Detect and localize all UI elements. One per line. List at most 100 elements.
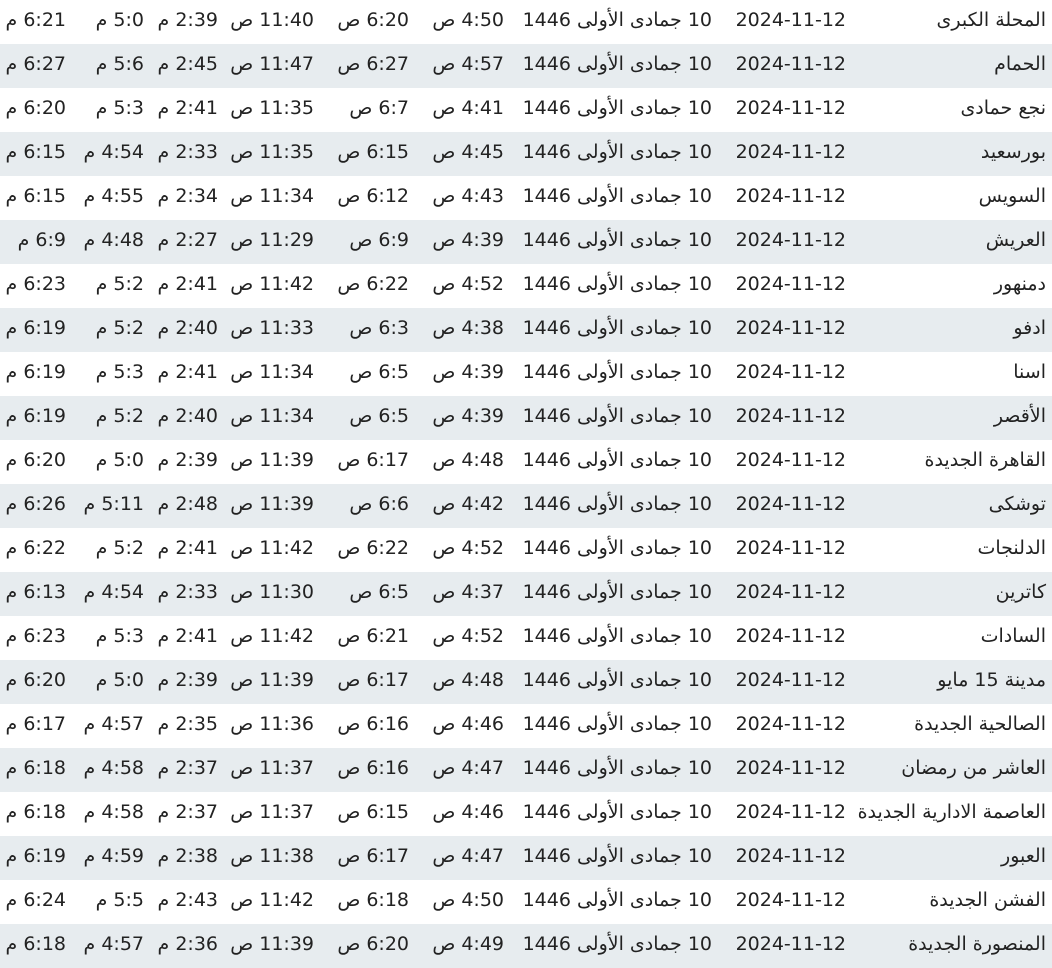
city-name: توشكى [988,493,1046,515]
fajr-time: 4:42 ص [432,493,504,515]
hijri-date: 10 جمادى الأولى 1446 [522,9,712,31]
maghrib-time: 5:3 م [95,97,144,119]
sunrise-time: 6:17 ص [337,669,409,691]
isha-time: 6:23 م [5,273,66,295]
table-row: الحمام 2024-11-12 10 جمادى الأولى 1446 4:57… [0,44,1052,88]
asr-time: 2:39 م [157,449,218,471]
fajr-time: 4:48 ص [432,669,504,691]
gregorian-date: 2024-11-12 [735,185,846,207]
isha-time: 6:18 م [5,801,66,823]
fajr-time: 4:50 ص [432,9,504,31]
dhuhr-time: 11:35 ص [230,97,314,119]
city-name: القاهرة الجديدة [924,449,1047,471]
fajr-time: 4:39 ص [432,229,504,251]
sunrise-time: 6:20 ص [337,9,409,31]
asr-time: 2:40 م [157,405,218,427]
asr-time: 2:43 م [157,889,218,911]
fajr-time: 4:48 ص [432,449,504,471]
dhuhr-time: 11:42 ص [230,889,314,911]
prayer-times-table: المحلة الكبرى 2024-11-12 10 جمادى الأولى 1… [0,0,1052,968]
hijri-date: 10 جمادى الأولى 1446 [522,889,712,911]
isha-time: 6:27 م [5,53,66,75]
gregorian-date: 2024-11-12 [735,625,846,647]
isha-time: 6:15 م [5,185,66,207]
gregorian-date: 2024-11-12 [735,889,846,911]
dhuhr-time: 11:34 ص [230,361,314,383]
table-row: مدينة 15 مايو 2024-11-12 10 جمادى الأولى 1… [0,660,1052,704]
gregorian-date: 2024-11-12 [735,757,846,779]
hijri-date: 10 جمادى الأولى 1446 [522,229,712,251]
hijri-date: 10 جمادى الأولى 1446 [522,581,712,603]
sunrise-time: 6:27 ص [337,53,409,75]
maghrib-time: 5:3 م [95,625,144,647]
city-name: المحلة الكبرى [936,9,1046,31]
gregorian-date: 2024-11-12 [735,9,846,31]
fajr-time: 4:57 ص [432,53,504,75]
sunrise-time: 6:12 ص [337,185,409,207]
fajr-time: 4:39 ص [432,361,504,383]
hijri-date: 10 جمادى الأولى 1446 [522,933,712,955]
city-name: العبور [1001,845,1046,867]
maghrib-time: 4:57 م [83,713,144,735]
sunrise-time: 6:5 ص [349,581,409,603]
asr-time: 2:36 م [157,933,218,955]
table-row: المنصورة الجديدة 2024-11-12 10 جمادى الأول… [0,924,1052,968]
city-name: مدينة 15 مايو [937,669,1046,691]
isha-time: 6:13 م [5,581,66,603]
asr-time: 2:41 م [157,273,218,295]
dhuhr-time: 11:40 ص [230,9,314,31]
gregorian-date: 2024-11-12 [735,141,846,163]
gregorian-date: 2024-11-12 [735,493,846,515]
table-row: الأقصر 2024-11-12 10 جمادى الأولى 1446 4:39… [0,396,1052,440]
dhuhr-time: 11:42 ص [230,537,314,559]
city-name: السادات [980,625,1046,647]
hijri-date: 10 جمادى الأولى 1446 [522,625,712,647]
table-row: بورسعيد 2024-11-12 10 جمادى الأولى 1446 4:4… [0,132,1052,176]
table-row: القاهرة الجديدة 2024-11-12 10 جمادى الأولى… [0,440,1052,484]
hijri-date: 10 جمادى الأولى 1446 [522,845,712,867]
hijri-date: 10 جمادى الأولى 1446 [522,757,712,779]
asr-time: 2:27 م [157,229,218,251]
table-row: اسنا 2024-11-12 10 جمادى الأولى 1446 4:39 ص… [0,352,1052,396]
dhuhr-time: 11:30 ص [230,581,314,603]
maghrib-time: 5:0 م [95,9,144,31]
dhuhr-time: 11:42 ص [230,273,314,295]
maghrib-time: 5:2 م [95,273,144,295]
hijri-date: 10 جمادى الأولى 1446 [522,97,712,119]
city-name: كاترين [995,581,1046,603]
fajr-time: 4:52 ص [432,273,504,295]
hijri-date: 10 جمادى الأولى 1446 [522,801,712,823]
city-name: الدلنجات [977,537,1046,559]
fajr-time: 4:39 ص [432,405,504,427]
gregorian-date: 2024-11-12 [735,361,846,383]
asr-time: 2:41 م [157,361,218,383]
asr-time: 2:45 م [157,53,218,75]
sunrise-time: 6:17 ص [337,449,409,471]
city-name: العريش [985,229,1046,251]
dhuhr-time: 11:39 ص [230,933,314,955]
city-name: العاشر من رمضان [901,757,1046,779]
asr-time: 2:37 م [157,801,218,823]
sunrise-time: 6:7 ص [349,97,409,119]
maghrib-time: 5:0 م [95,449,144,471]
dhuhr-time: 11:39 ص [230,669,314,691]
gregorian-date: 2024-11-12 [735,53,846,75]
isha-time: 6:20 م [5,449,66,471]
hijri-date: 10 جمادى الأولى 1446 [522,669,712,691]
table-row: نجع حمادى 2024-11-12 10 جمادى الأولى 1446 4… [0,88,1052,132]
maghrib-time: 5:5 م [95,889,144,911]
city-name: الصالحية الجديدة [914,713,1046,735]
hijri-date: 10 جمادى الأولى 1446 [522,537,712,559]
dhuhr-time: 11:33 ص [230,317,314,339]
city-name: المنصورة الجديدة [908,933,1046,955]
city-name: بورسعيد [980,141,1046,163]
fajr-time: 4:45 ص [432,141,504,163]
asr-time: 2:34 م [157,185,218,207]
asr-time: 2:35 م [157,713,218,735]
city-name: الفشن الجديدة [929,889,1046,911]
maghrib-time: 5:3 م [95,361,144,383]
city-name: العاصمة الادارية الجديدة [857,801,1046,823]
isha-time: 6:24 م [5,889,66,911]
gregorian-date: 2024-11-12 [735,801,846,823]
isha-time: 6:17 م [5,713,66,735]
